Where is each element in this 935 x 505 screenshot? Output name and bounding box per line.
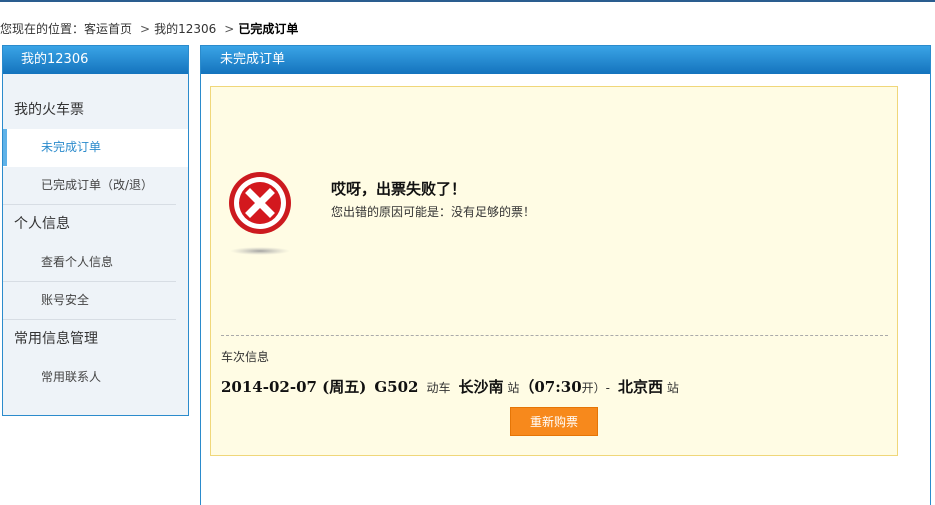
to-station: 北京西 [618,378,664,396]
sidebar: 我的12306 我的火车票 未完成订单 已完成订单（改/退） 个人信息 查看个人… [2,45,189,416]
breadcrumb-separator: > [140,22,151,36]
breadcrumb-separator: > [224,22,235,36]
sidebar-item-account-security[interactable]: 账号安全 [3,282,176,320]
breadcrumb-prefix: 您现在的位置： [0,22,85,36]
dashed-divider [221,335,888,336]
error-reason: 您出错的原因可能是：没有足够的票！ [331,205,536,219]
sidebar-group-common-info: 常用信息管理 [14,331,98,347]
train-number: G502 [374,378,419,396]
train-info-line: 2014-02-07 (周五) G502 动车 长沙南 站（07:30开）- 北京西 站 [221,376,679,397]
sidebar-title: 我的12306 [3,46,188,74]
breadcrumb-current: 已完成订单 [238,22,299,36]
breadcrumb: 您现在的位置：客运首页 > 我的12306 > 已完成订单 [0,20,298,38]
top-border [0,0,935,2]
error-title: 哎呀，出票失败了！ [331,180,467,198]
to-station-suffix: 站 [666,381,679,395]
from-station-suffix: 站 [507,381,520,395]
train-info-title: 车次信息 [221,350,270,364]
sidebar-item-contacts[interactable]: 常用联系人 [3,359,176,396]
sidebar-item-unfinished-orders[interactable]: 未完成订单 [3,129,188,167]
depart-suffix: 开）- [581,381,611,395]
train-type: 动车 [426,381,451,395]
from-station: 长沙南 [458,378,504,396]
error-x-icon [227,171,293,257]
sidebar-group-my-tickets: 我的火车票 [14,102,84,118]
sidebar-group-personal-info: 个人信息 [14,216,70,232]
breadcrumb-home-link[interactable]: 客运首页 [84,22,132,36]
main-panel-title: 未完成订单 [201,46,930,74]
error-message-box: 哎呀，出票失败了！ 您出错的原因可能是：没有足够的票！ 车次信息 2014-02… [210,86,898,456]
sidebar-item-finished-orders[interactable]: 已完成订单（改/退） [3,167,176,205]
sidebar-item-view-personal-info[interactable]: 查看个人信息 [3,244,176,282]
depart-time: （07:30 [519,378,582,396]
train-date: 2014-02-07 (周五) [221,378,367,396]
main-panel: 未完成订单 哎呀，出票失败了！ 您出错的原因可能是：没有足够的票！ 车次信息 2… [200,45,931,505]
sidebar-menu: 我的火车票 未完成订单 已完成订单（改/退） 个人信息 查看个人信息 账号安全 … [3,74,188,415]
rebuy-button[interactable]: 重新购票 [510,407,598,436]
breadcrumb-my12306-link[interactable]: 我的12306 [154,22,216,36]
